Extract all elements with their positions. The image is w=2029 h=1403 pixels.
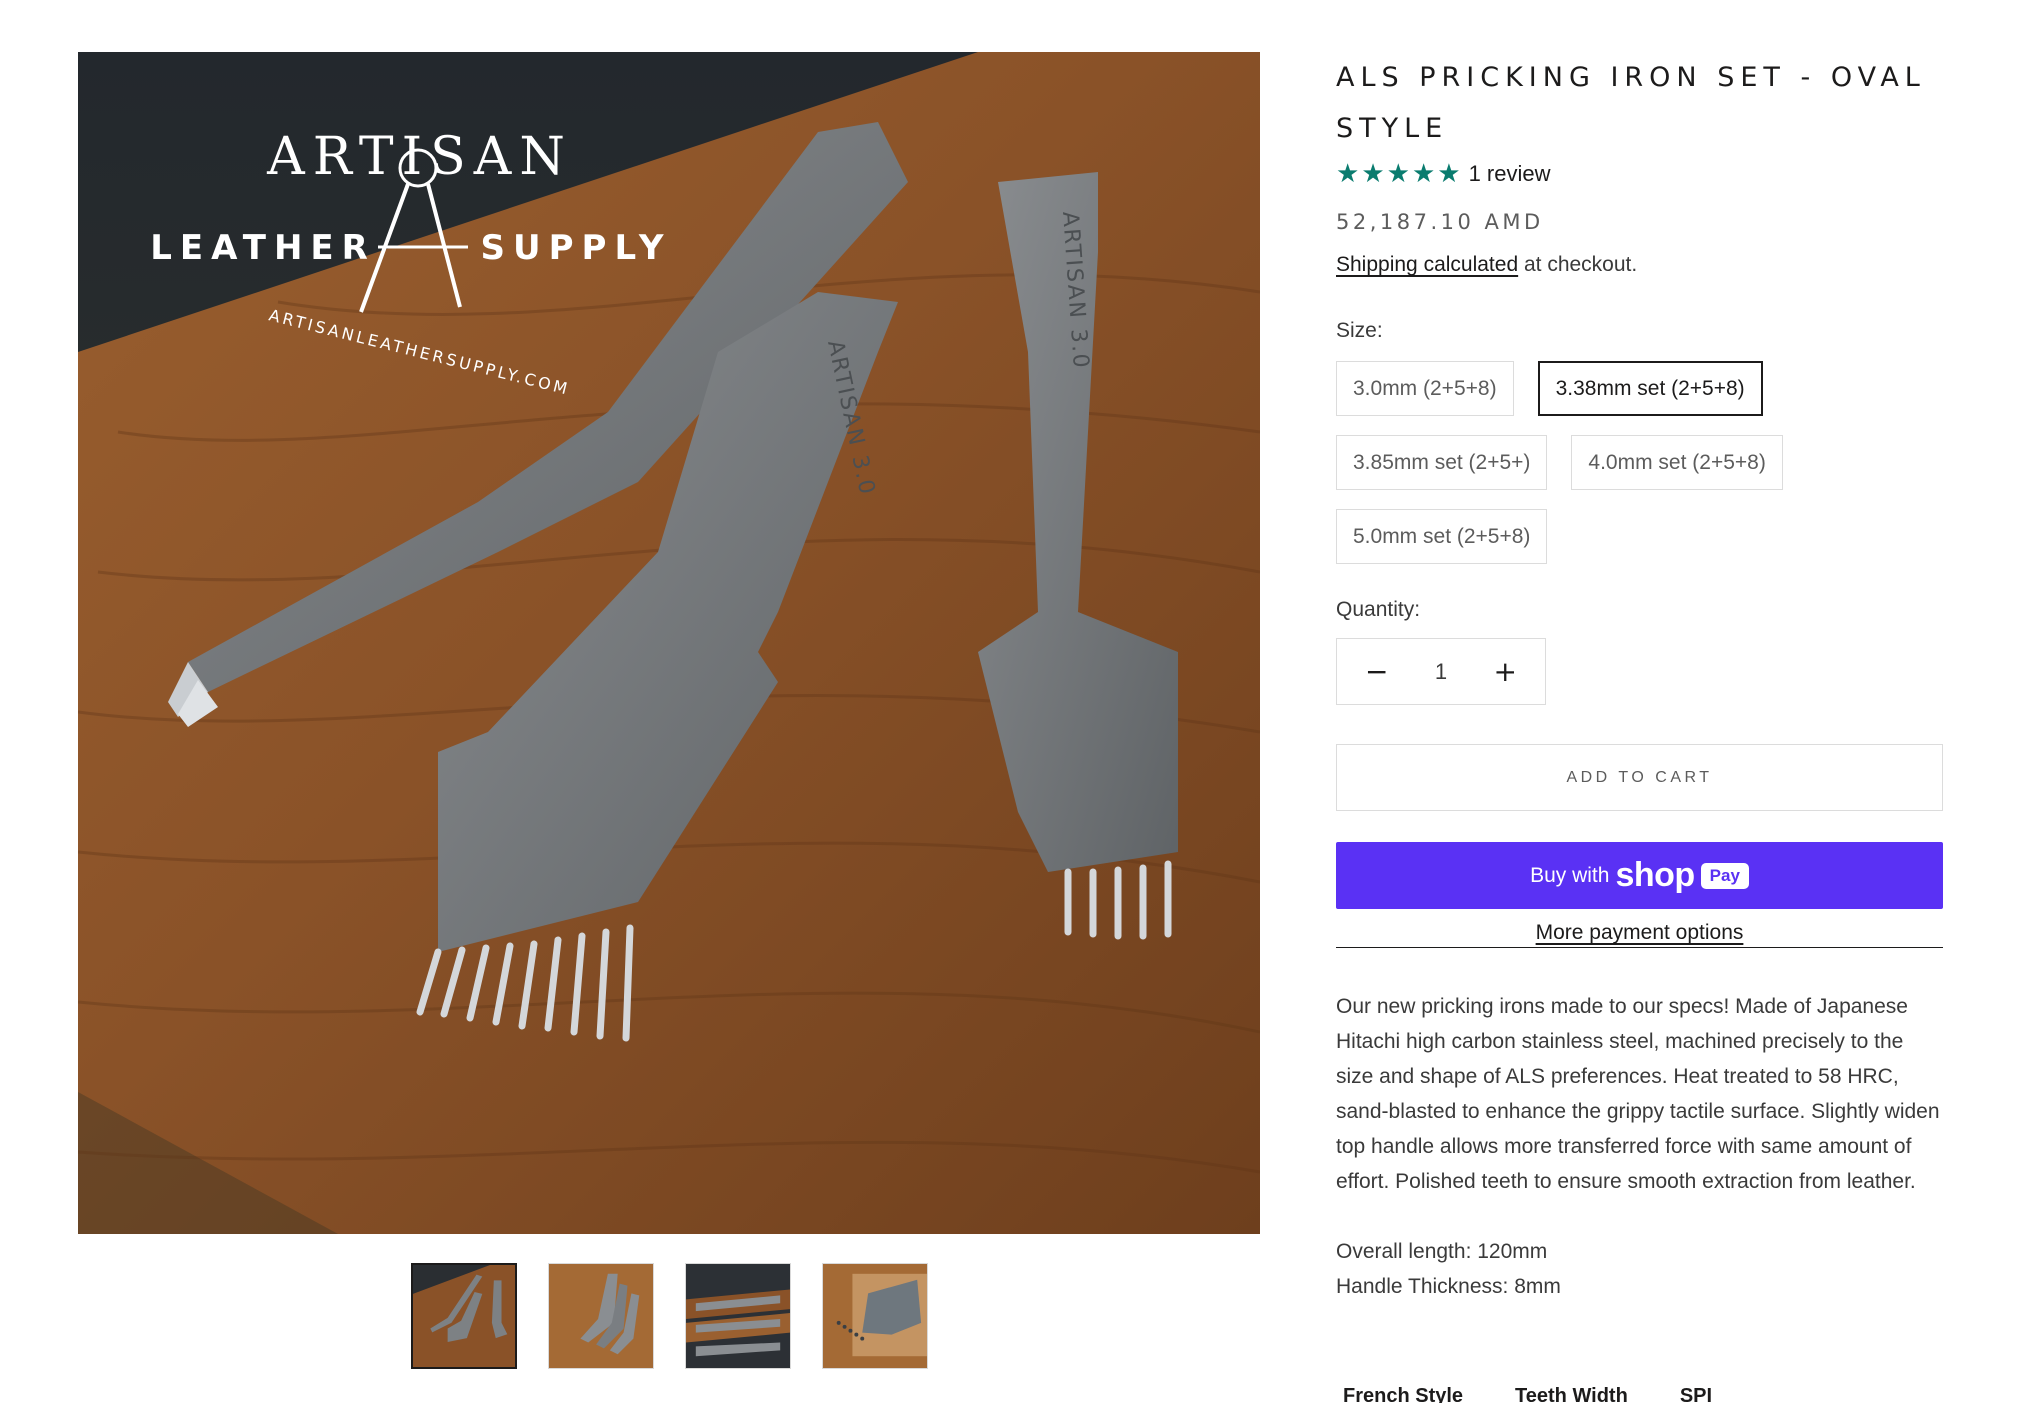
quantity-stepper: − 1 + <box>1336 638 1546 705</box>
spec-overall-length: Overall length: 120mm <box>1336 1240 1548 1263</box>
thumbnail-2[interactable] <box>548 1263 654 1369</box>
product-main-image[interactable]: ARTISAN 3.0 ARTISAN 3.0 ARTISAN LEATHER … <box>78 52 1260 1234</box>
table-header-teeth-width: Teeth Width <box>1515 1385 1628 1403</box>
spec-table-header: French Style Teeth Width SPI <box>1343 1385 1712 1403</box>
thumbnail-1-image <box>413 1265 515 1367</box>
quantity-label: Quantity: <box>1336 598 1421 621</box>
size-option-3-85mm[interactable]: 3.85mm set (2+5+) <box>1336 435 1548 490</box>
more-payment-options-label: More payment options <box>1535 921 1744 944</box>
product-specs: Overall length: 120mm Handle Thickness: … <box>1336 1234 1943 1304</box>
product-photo: ARTISAN 3.0 ARTISAN 3.0 ARTISAN LEATHER … <box>78 52 1260 1234</box>
svg-text:LEATHER: LEATHER <box>150 228 376 268</box>
shipping-note-suffix: at checkout. <box>1518 253 1638 276</box>
quantity-increase-button[interactable]: + <box>1494 657 1517 686</box>
size-option-5-0mm[interactable]: 5.0mm set (2+5+8) <box>1336 509 1548 564</box>
review-count-link[interactable]: 1 review <box>1469 161 1551 187</box>
thumbnail-4-image <box>823 1264 927 1368</box>
size-option-4-0mm[interactable]: 4.0mm set (2+5+8) <box>1571 435 1783 490</box>
rating-stars: ★ ★ ★ ★ ★ <box>1336 161 1461 187</box>
thumbnail-strip <box>411 1263 928 1369</box>
table-header-french-style: French Style <box>1343 1385 1464 1403</box>
product-info: ALS Pricking Iron Set - Oval Style ★ ★ ★… <box>1336 52 1943 1304</box>
star-icon: ★ <box>1437 159 1461 189</box>
more-payment-options-link[interactable]: More payment options <box>1336 921 1943 948</box>
thumbnail-4[interactable] <box>822 1263 928 1369</box>
size-label: Size: <box>1336 319 1383 342</box>
star-icon: ★ <box>1336 159 1360 189</box>
size-option-3-38mm[interactable]: 3.38mm set (2+5+8) <box>1537 361 1763 416</box>
size-option-3-0mm[interactable]: 3.0mm (2+5+8) <box>1336 361 1514 416</box>
star-icon: ★ <box>1386 159 1410 189</box>
thumbnail-1[interactable] <box>411 1263 517 1369</box>
thumbnail-2-image <box>549 1264 653 1368</box>
size-selector: 3.0mm (2+5+8) 3.38mm set (2+5+8) 3.85mm … <box>1336 361 1856 564</box>
thumbnail-3[interactable] <box>685 1263 791 1369</box>
shipping-policy-link[interactable]: Shipping calculated <box>1336 253 1518 276</box>
thumbnail-3-image <box>686 1264 790 1368</box>
svg-text:SUPPLY: SUPPLY <box>481 228 672 268</box>
table-header-spi: SPI <box>1679 1385 1713 1403</box>
buy-with-shop-pay-button[interactable]: Buy with shop Pay <box>1336 842 1943 909</box>
quantity-decrease-button[interactable]: − <box>1365 657 1388 686</box>
buy-with-label: Buy with <box>1530 863 1610 887</box>
add-to-cart-button[interactable]: ADD TO CART <box>1336 744 1943 811</box>
product-price: 52,187.10 AMD <box>1336 210 1544 234</box>
svg-text:ARTISAN: ARTISAN <box>266 127 573 187</box>
spec-handle-thickness: Handle Thickness: 8mm <box>1336 1275 1561 1298</box>
shop-pay-badge: Pay <box>1700 862 1749 889</box>
shipping-note: Shipping calculated at checkout. <box>1336 253 1943 277</box>
shop-pay-logo: shop <box>1615 856 1695 894</box>
quantity-input[interactable]: 1 <box>1435 659 1447 685</box>
product-title: ALS Pricking Iron Set - Oval Style <box>1336 62 1926 144</box>
product-rating[interactable]: ★ ★ ★ ★ ★ 1 review <box>1336 159 1943 189</box>
star-icon: ★ <box>1361 159 1385 189</box>
star-icon: ★ <box>1411 159 1436 189</box>
product-description: Our new pricking irons made to our specs… <box>1336 995 1940 1193</box>
